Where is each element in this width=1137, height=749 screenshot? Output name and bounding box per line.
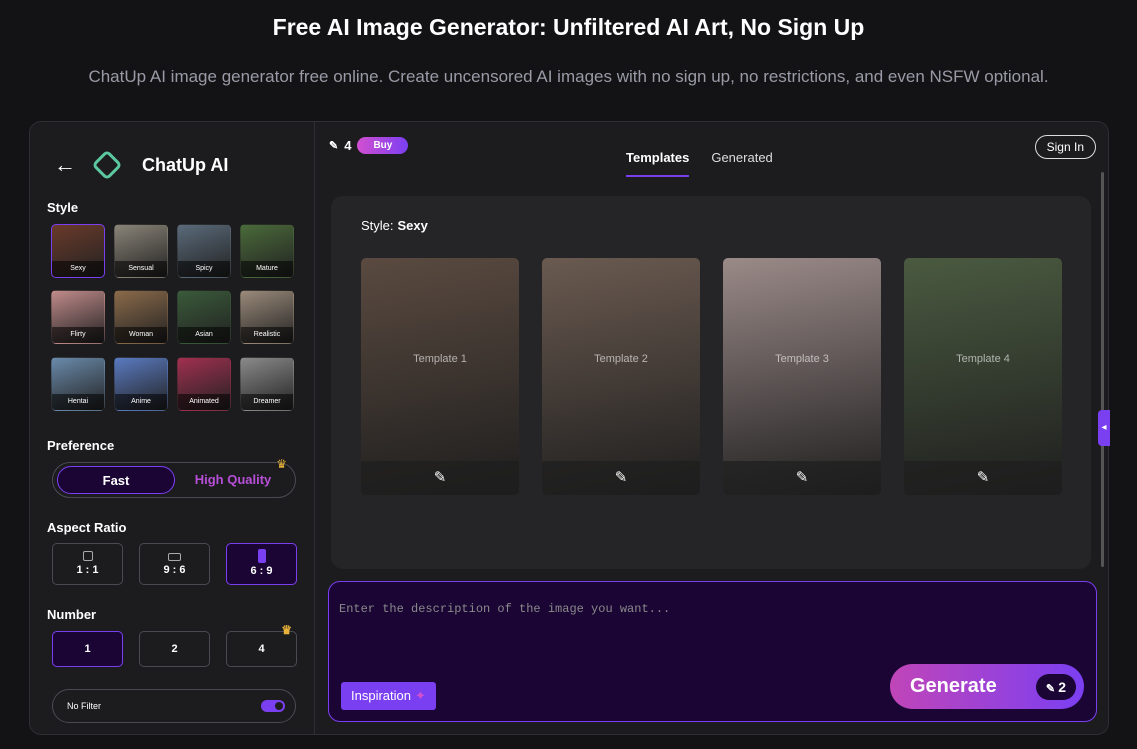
template-card[interactable]: Template 2 ✎ <box>542 258 700 495</box>
credits: ✎ 4 Buy <box>329 137 409 154</box>
inspiration-label: Inspiration <box>351 688 411 703</box>
style-tile-label: Spicy <box>178 261 230 277</box>
aspect-1-1-button[interactable]: 1 : 1 <box>52 543 123 585</box>
style-grid: Sexy Sensual Spicy Mature Flirty Woman Asian Re… <box>51 224 297 414</box>
generate-label: Generate <box>910 675 997 697</box>
number-options: 1 2 4 ♛ <box>52 624 297 667</box>
style-tile[interactable]: Flirty <box>51 290 105 345</box>
no-filter-toggle[interactable] <box>261 700 285 712</box>
style-tile-label: Realistic <box>241 327 293 344</box>
style-tile-label: Asian <box>178 327 230 344</box>
aspect-6-9-button[interactable]: 6 : 9 <box>226 543 297 585</box>
preference-high-quality[interactable]: High Quality <box>175 466 291 494</box>
style-tile-label: Woman <box>115 327 167 344</box>
style-tile-label: Sensual <box>115 261 167 277</box>
buy-button[interactable]: Buy <box>357 137 409 154</box>
style-tile[interactable]: Asian <box>177 290 231 345</box>
prompt-input[interactable] <box>339 602 1079 662</box>
template-image-placeholder: Template 4 <box>956 352 1010 365</box>
brush-icon: ✎ <box>329 140 339 152</box>
brand-header: ← ChatUp AI <box>54 149 229 181</box>
template-cards: Template 1 ✎ Template 2 ✎ Template 3 ✎ Templat… <box>361 258 1062 495</box>
style-value: Sexy <box>397 218 428 233</box>
arrow-left-icon[interactable]: ← <box>54 152 76 178</box>
number-2-button[interactable]: 2 <box>139 631 210 667</box>
style-tile[interactable]: Sensual <box>114 224 168 278</box>
style-tile-label: Sexy <box>52 261 104 277</box>
collapse-tab[interactable]: ◂ <box>1098 410 1110 446</box>
portrait-icon <box>257 549 266 563</box>
style-label: Style <box>47 200 79 215</box>
sparkle-icon: ✦ <box>414 688 426 703</box>
preference-label: Preference <box>47 438 115 453</box>
scrollbar[interactable] <box>1101 172 1104 567</box>
style-tile-label: Mature <box>241 261 293 277</box>
use-template-brush-icon[interactable]: ✎ <box>361 461 519 495</box>
sign-in-button[interactable]: Sign In <box>1034 135 1096 159</box>
template-image-placeholder: Template 3 <box>775 352 829 365</box>
template-image-placeholder: Template 2 <box>594 352 648 365</box>
current-style: Style: Sexy <box>361 218 428 233</box>
style-tile[interactable]: Hentai <box>51 356 105 411</box>
landscape-icon <box>168 553 181 561</box>
aspect-label: 9 : 6 <box>163 564 186 576</box>
style-tile[interactable]: Mature <box>240 224 294 278</box>
page-subtitle: ChatUp AI image generator free online. C… <box>88 67 1049 86</box>
number-label: Number <box>47 607 97 622</box>
tab-templates[interactable]: Templates <box>626 150 690 177</box>
prompt-box: Inspiration✦ Generate ✎ 2 <box>328 581 1097 722</box>
style-tile[interactable]: Animated <box>177 356 231 411</box>
style-tile[interactable]: Woman <box>114 290 168 345</box>
aspect-label: 6 : 9 <box>250 565 273 577</box>
template-gallery: Style: Sexy Template 1 ✎ Template 2 ✎ Templat… <box>331 196 1091 569</box>
use-template-brush-icon[interactable]: ✎ <box>542 461 700 495</box>
style-tile[interactable]: Dreamer <box>240 356 294 411</box>
use-template-brush-icon[interactable]: ✎ <box>723 461 881 495</box>
cost-value: 2 <box>1058 678 1066 695</box>
style-tile[interactable]: Anime <box>114 356 168 411</box>
logo-icon <box>91 149 123 181</box>
square-icon <box>82 551 93 561</box>
sidebar: ← ChatUp AI Style Sexy Sensual Spicy Mature… <box>30 122 315 734</box>
style-tile[interactable]: Spicy <box>177 224 231 278</box>
no-filter-label: No Filter <box>67 701 102 711</box>
template-card[interactable]: Template 1 ✎ <box>361 258 519 495</box>
aspect-label: 1 : 1 <box>76 564 99 576</box>
credit-count: 4 <box>344 138 352 153</box>
template-card[interactable]: Template 4 ✎ <box>904 258 1062 495</box>
style-tile[interactable]: Sexy <box>51 224 105 278</box>
aspect-ratio-options: 1 : 1 9 : 6 6 : 9 <box>52 543 297 585</box>
tabs: Templates Generated <box>626 150 773 177</box>
brush-icon: ✎ <box>1045 682 1059 695</box>
style-tile-label: Dreamer <box>241 393 293 410</box>
style-tile-label: Animated <box>178 393 230 410</box>
style-tile-label: Hentai <box>52 393 104 410</box>
use-template-brush-icon[interactable]: ✎ <box>904 461 1062 495</box>
aspect-9-6-button[interactable]: 9 : 6 <box>139 543 210 585</box>
number-1-button[interactable]: 1 <box>52 631 123 667</box>
preference-toggle: Fast High Quality ♛ <box>52 457 296 498</box>
generate-cost: ✎ 2 <box>1035 673 1076 700</box>
page-title: Free AI Image Generator: Unfiltered AI A… <box>272 14 865 40</box>
inspiration-button[interactable]: Inspiration ✦ <box>341 682 436 710</box>
main-panel: ✎ 4 Buy Templates Generated Sign In Styl… <box>316 122 1108 734</box>
number-4-button[interactable]: 4 ♛ <box>226 624 297 667</box>
style-tile-label: Anime <box>115 393 167 410</box>
tab-generated[interactable]: Generated <box>711 150 772 177</box>
generator-app: ← ChatUp AI Style Sexy Sensual Spicy Mature… <box>29 121 1109 735</box>
generate-button[interactable]: Generate ✎ 2 <box>890 664 1084 709</box>
crown-icon: ♛ <box>276 457 287 471</box>
no-filter-row: No Filter <box>52 689 296 723</box>
preference-fast[interactable]: Fast <box>57 466 175 494</box>
crown-icon: ♛ <box>281 623 292 637</box>
arrow-icon: ◂ <box>1101 422 1107 433</box>
number-label: 4 <box>258 643 265 655</box>
brand-name: ChatUp AI <box>142 154 229 175</box>
aspect-ratio-label: Aspect Ratio <box>47 520 127 535</box>
template-image-placeholder: Template 1 <box>413 352 467 365</box>
style-tile[interactable]: Realistic <box>240 290 294 345</box>
template-card[interactable]: Template 3 ✎ <box>723 258 881 495</box>
style-tile-label: Flirty <box>52 327 104 344</box>
style-prefix: Style: <box>361 218 394 233</box>
